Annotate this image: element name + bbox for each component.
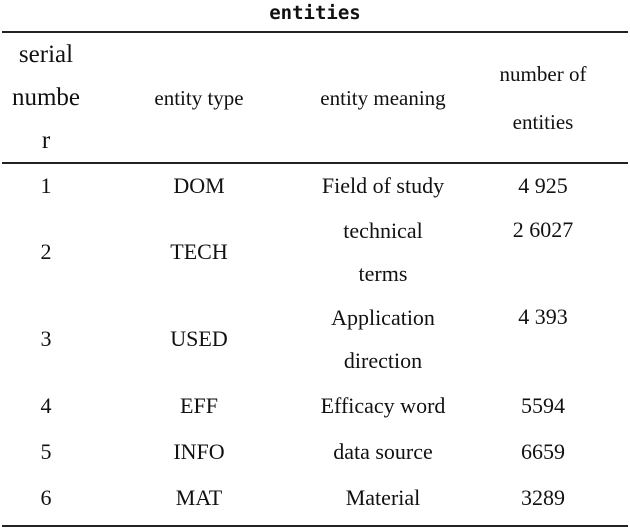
cell-type: EFF [180,392,218,418]
table-row: 5 INFO data source 6659 [2,428,628,474]
cell-meaning: Material [345,484,421,510]
cell-meaning-line: terms [358,260,408,286]
table-row: 4 EFF Efficacy word 5594 [2,382,628,428]
cell-count: 3289 [521,484,565,510]
cell-count: 4 393 [518,304,568,329]
cell-serial: 6 [40,484,52,510]
entities-table: serial numbe r entity type entity meanin… [2,33,628,520]
header-number-of-entities: number of entities [458,33,628,162]
cell-meaning: Application direction [308,295,458,382]
table-title: entities [269,2,361,24]
cell-meaning: data source [333,438,433,464]
table-row: 3 USED Application direction 4 393 [2,295,628,382]
cell-count: 6659 [521,438,565,464]
header-row: serial numbe r entity type entity meanin… [2,33,628,162]
header-serial-number: serial numbe r [2,33,90,162]
header-serial-line: r [41,127,51,154]
cell-type: TECH [170,239,228,264]
table-row: 2 TECH technical terms 2 6027 [2,208,628,295]
cell-meaning-line: direction [343,347,423,373]
cell-count: 2 6027 [512,217,574,242]
cell-serial: 2 [40,239,52,264]
table-row: 1 DOM Field of study 4 925 [2,162,628,208]
cell-meaning: technical terms [308,208,458,295]
cell-type: DOM [173,172,225,198]
cell-serial: 5 [40,438,52,464]
header-count-line: entities [512,109,574,134]
header-count-line: number of [499,61,587,86]
header-entity-type: entity type [154,85,244,110]
bottom-rule [2,525,628,527]
header-serial-line: serial [18,41,74,68]
header-serial-line: numbe [11,84,81,111]
cell-serial: 4 [40,392,52,418]
cell-serial: 3 [40,326,52,351]
cell-meaning-line: technical [343,217,423,243]
cell-type: MAT [175,484,223,510]
table-row: 6 MAT Material 3289 [2,474,628,520]
header-entity-meaning: entity meaning [320,85,446,110]
cell-count: 4 925 [518,172,568,198]
cell-type: USED [170,326,228,351]
cell-meaning: Efficacy word [320,392,446,418]
cell-count: 5594 [521,392,565,418]
cell-meaning-line: Application [331,304,435,330]
cell-serial: 1 [40,172,52,198]
cell-meaning: Field of study [321,172,445,198]
cell-type: INFO [173,438,225,464]
